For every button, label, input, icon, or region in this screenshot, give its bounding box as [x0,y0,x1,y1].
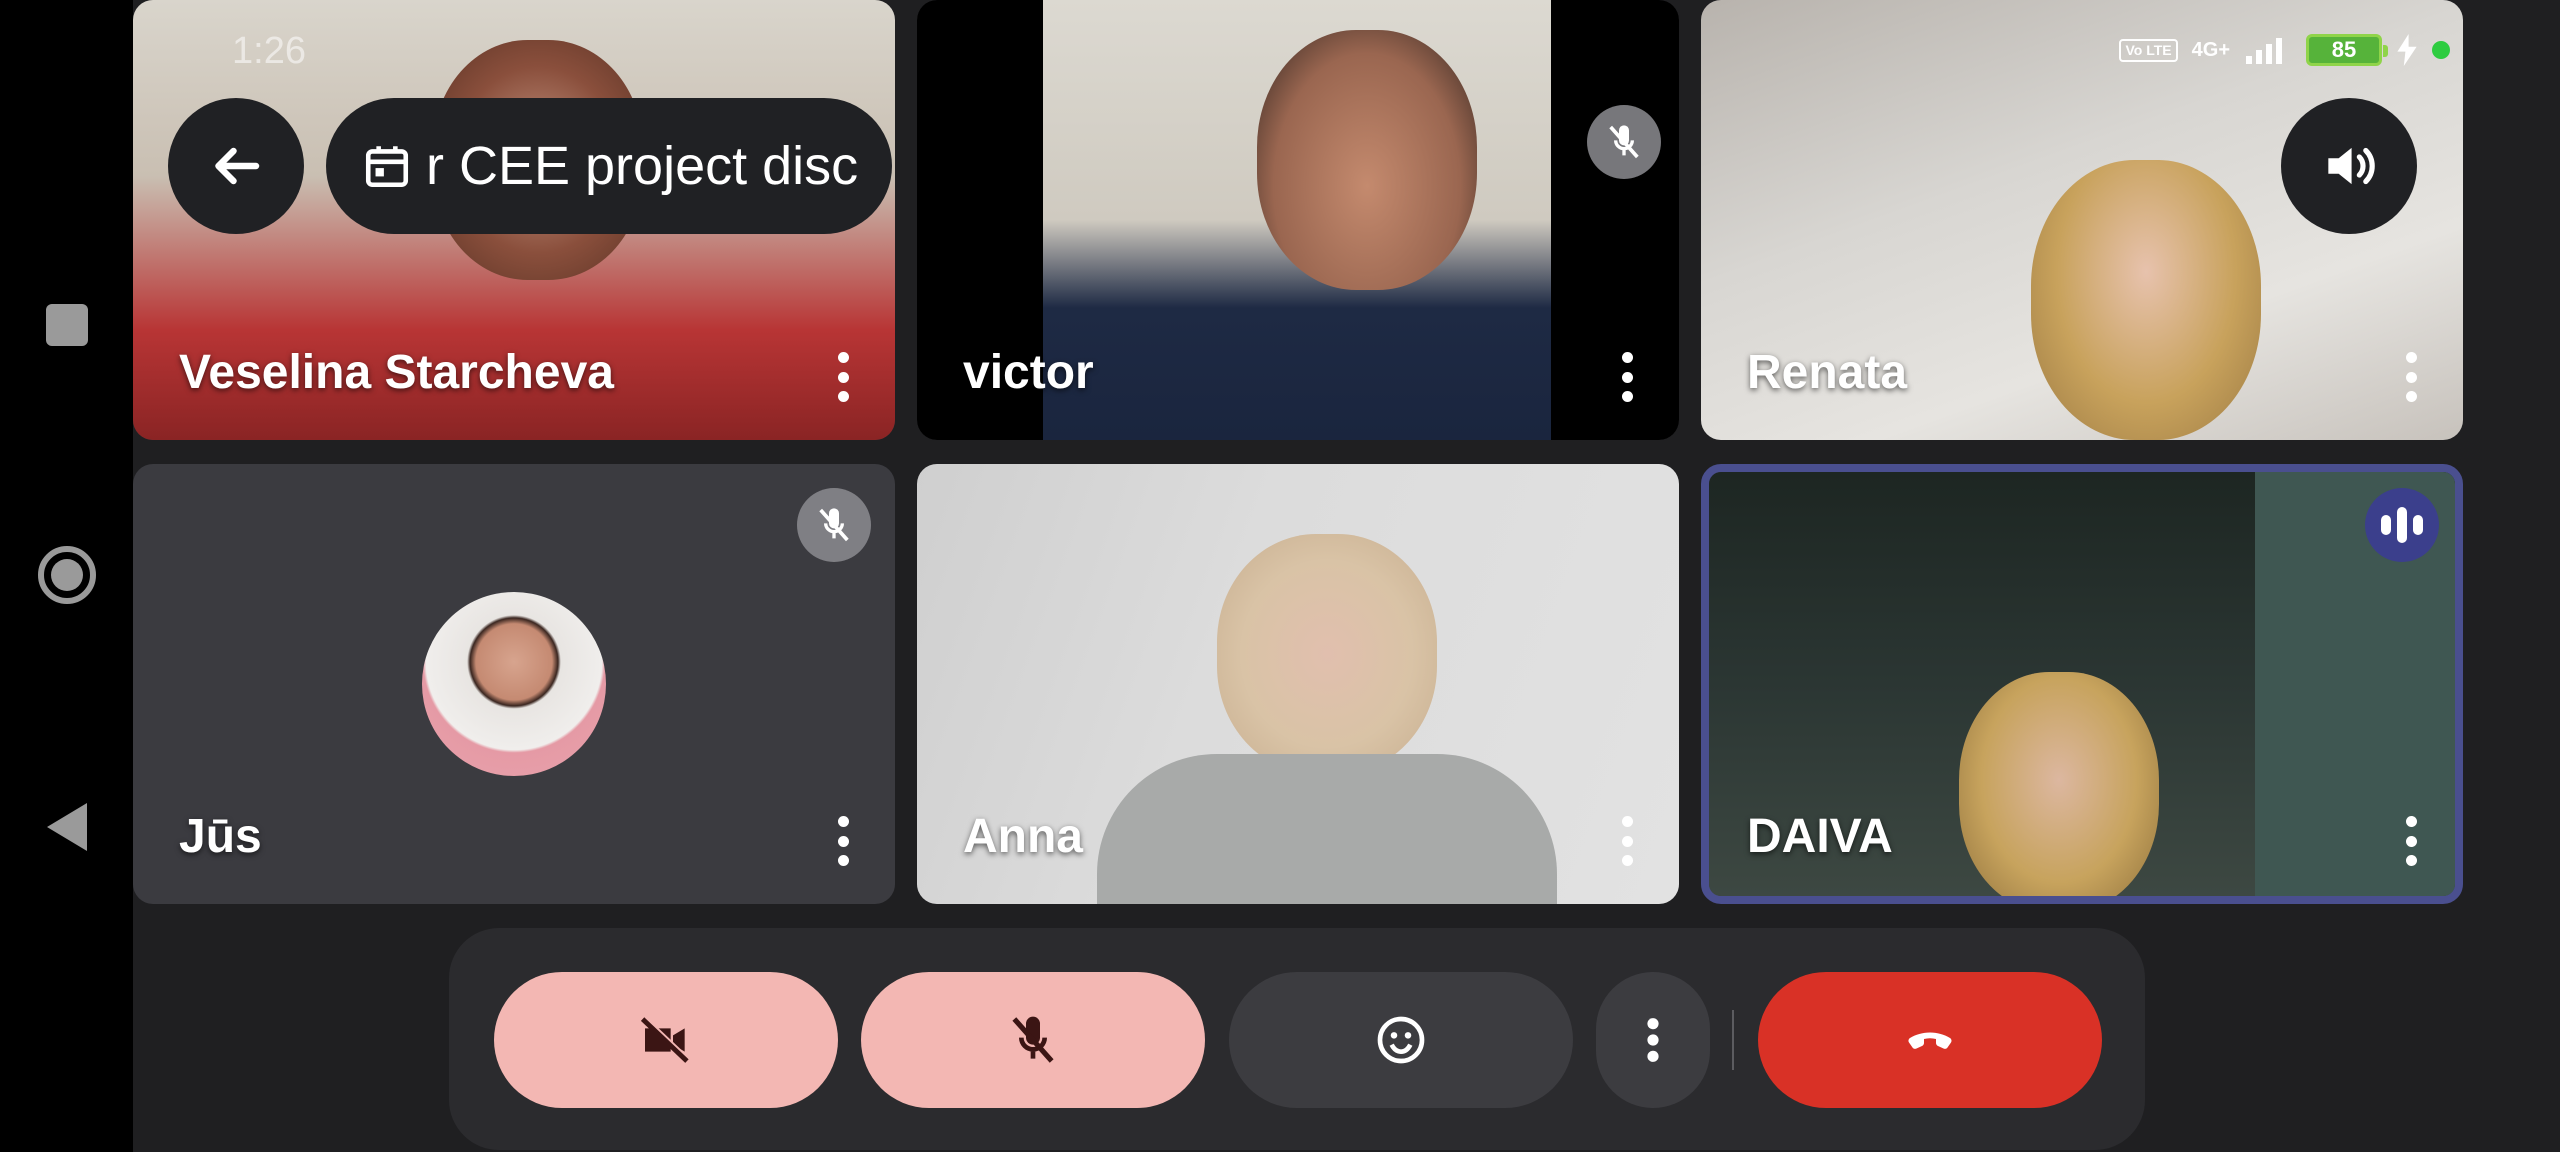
home-button[interactable] [36,544,98,606]
toggle-mic-button[interactable] [861,972,1205,1108]
privacy-indicator-dot [2432,41,2450,59]
recents-icon [46,304,88,346]
back-button[interactable] [168,98,304,234]
more-options-button[interactable] [1596,972,1710,1108]
more-options-icon[interactable] [2405,352,2417,402]
participant-tile-self[interactable]: Jūs [133,464,895,904]
participant-name: Anna [963,810,1083,863]
participant-tile-active-speaker[interactable]: DAIVA [1701,464,2463,904]
mic-muted-icon [1587,105,1661,179]
call-end-icon [1908,1032,1952,1049]
meeting-title: r CEE project disc [426,136,859,196]
audio-output-button[interactable] [2281,98,2417,234]
more-options-icon[interactable] [837,352,849,402]
signal-icon [2246,38,2282,64]
speaker-volume-icon [2328,147,2375,185]
system-nav-rail [0,0,133,1152]
clock: 1:26 [232,30,306,72]
more-vert-icon [1647,1018,1659,1062]
bolt-icon [2397,34,2417,66]
participant-name: DAIVA [1747,810,1893,863]
participant-name: Renata [1747,346,1908,399]
status-bar: Vo LTE 4G+ 85 [2119,30,2450,70]
more-options-icon[interactable] [2405,816,2417,866]
reactions-button[interactable] [1229,972,1573,1108]
end-call-button[interactable] [1758,972,2102,1108]
network-type: 4G+ [2191,38,2230,61]
volte-indicator: Vo LTE [2119,38,2178,62]
speaking-indicator-icon [2365,488,2439,562]
toggle-camera-button[interactable] [494,972,838,1108]
participant-name: victor [963,346,1094,399]
more-options-icon[interactable] [837,816,849,866]
participant-tile[interactable]: victor [917,0,1679,440]
battery-indicator: 85 [2306,34,2388,66]
home-icon [38,546,96,604]
more-options-icon[interactable] [1621,816,1633,866]
mic-off-icon [1012,1016,1054,1063]
participant-name: Veselina Starcheva [179,346,614,399]
arrow-back-icon [215,147,260,185]
divider [1732,1010,1734,1070]
participant-tile[interactable]: Anna [917,464,1679,904]
more-options-icon[interactable] [1621,352,1633,402]
calendar-icon [365,146,409,188]
recents-button[interactable] [36,294,98,356]
back-nav-button[interactable] [36,796,98,858]
meeting-title-chip[interactable]: r CEE project disc [326,98,892,234]
emoji-icon [1377,1016,1425,1064]
mic-muted-icon [797,488,871,562]
avatar [422,592,606,776]
call-controls-bar [449,928,2145,1150]
back-triangle-icon [47,803,87,851]
camera-off-icon [640,1015,690,1063]
participant-name: Jūs [179,810,262,863]
